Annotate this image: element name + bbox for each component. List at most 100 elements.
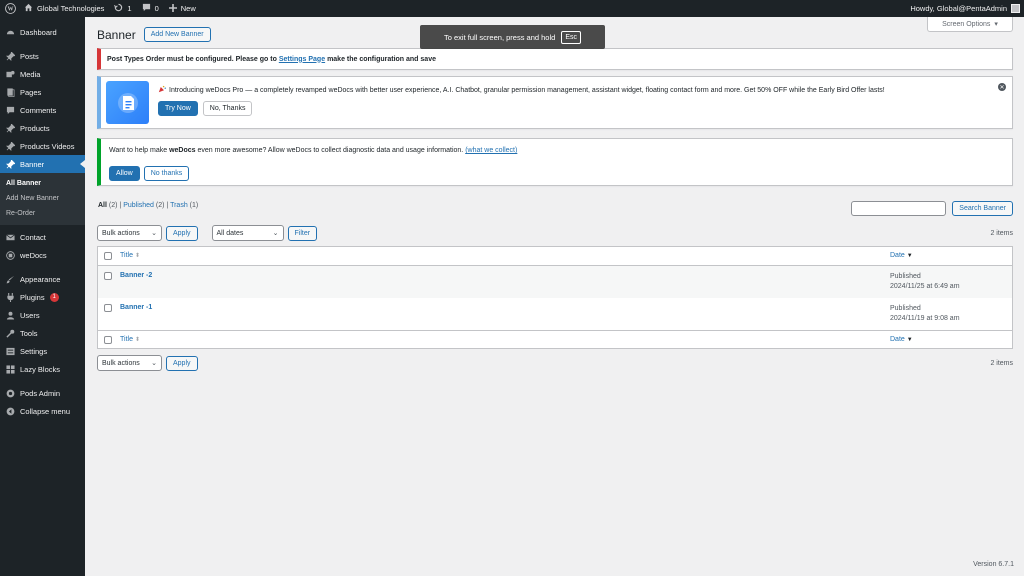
sidebar-item-wedocs[interactable]: weDocs [0, 246, 85, 264]
search-input[interactable] [851, 201, 947, 216]
my-account-link[interactable]: Howdy, Global@PentaAdmin [905, 0, 1024, 17]
pods-icon [6, 389, 15, 398]
allow-button[interactable]: Allow [109, 166, 140, 181]
updates-link[interactable]: 1 [109, 0, 136, 17]
sidebar-item-tools[interactable]: Tools [0, 324, 85, 342]
row-checkbox[interactable] [104, 304, 112, 312]
row-date: Published 2024/11/25 at 6:49 am [890, 272, 960, 292]
bulk-actions-select-bottom[interactable]: Bulk actions ⌄ [97, 355, 162, 371]
select-all-checkbox[interactable] [104, 336, 112, 344]
chevron-down-icon: ⌄ [151, 360, 157, 367]
row-checkbox[interactable] [104, 272, 112, 280]
howdy-text: Howdy, Global@PentaAdmin [910, 4, 1007, 13]
filter-separator: | [119, 202, 122, 209]
bulk-actions-select[interactable]: Bulk actions ⌄ [97, 225, 162, 241]
promo-message: Introducing weDocs Pro — a completely re… [158, 85, 885, 95]
sidebar-item-label: Appearance [20, 274, 61, 284]
tablenav-top: Bulk actions ⌄ Apply All dates ⌄ Filter … [97, 225, 1013, 241]
filter-all[interactable]: All [98, 202, 107, 209]
row-date: Published 2024/11/19 at 9:08 am [890, 304, 960, 324]
wp-version: Version 6.7.1 [973, 561, 1014, 568]
row-status: Published [890, 305, 921, 312]
row-title-link[interactable]: Banner -1 [120, 304, 152, 311]
mail-icon [6, 233, 15, 242]
pin-icon [6, 123, 15, 133]
new-content-link[interactable]: New [164, 0, 201, 17]
comments-link[interactable]: 0 [137, 0, 164, 17]
caret-down-icon: ▾ [994, 21, 998, 28]
select-all-checkbox[interactable] [104, 252, 112, 260]
sidebar-item-products-videos[interactable]: Products Videos [0, 137, 85, 155]
post-types-order-notice: Post Types Order must be configured. Ple… [97, 48, 1013, 70]
sidebar-item-users[interactable]: Users [0, 306, 85, 324]
date-column-label: Date [890, 336, 905, 343]
sidebar-item-appearance[interactable]: Appearance [0, 270, 85, 288]
new-label: New [180, 4, 196, 13]
sidebar-item-dashboard[interactable]: Dashboard [0, 23, 85, 41]
bulk-actions-value: Bulk actions [102, 359, 140, 367]
title-column-footer[interactable]: Title ⬍ [120, 336, 140, 343]
tablenav-bottom: Bulk actions ⌄ Apply 2 items [97, 355, 1013, 371]
settings-page-link[interactable]: Settings Page [279, 56, 325, 63]
sidebar-item-pods-admin[interactable]: Pods Admin [0, 384, 85, 402]
apply-button[interactable]: Apply [166, 225, 198, 241]
dashboard-icon [6, 28, 15, 37]
what-we-collect-link[interactable]: (what we collect) [465, 147, 517, 154]
filter-button[interactable]: Filter [287, 225, 318, 241]
try-now-button[interactable]: Try Now [158, 101, 198, 116]
filter-trash-count: (1) [189, 202, 199, 209]
submenu-all-banner[interactable]: All Banner [0, 176, 85, 191]
row-date-value: 2024/11/19 at 9:08 am [890, 315, 960, 322]
date-column-header[interactable]: Date ▼ [890, 252, 913, 259]
submenu-re-order[interactable]: Re-Order [0, 206, 85, 221]
sidebar-item-settings[interactable]: Settings [0, 342, 85, 360]
dates-select[interactable]: All dates ⌄ [211, 225, 284, 241]
wordpress-logo-icon[interactable]: W [1, 0, 19, 17]
screen-options-button[interactable]: Screen Options ▾ [927, 17, 1013, 32]
sidebar-item-label: Settings [20, 346, 48, 356]
sidebar-item-plugins[interactable]: Plugins 1 [0, 288, 85, 306]
date-column-label: Date [890, 252, 905, 259]
sidebar-item-label: Collapse menu [20, 406, 71, 416]
sidebar-item-label: Posts [20, 51, 39, 61]
row-status: Published [890, 273, 921, 280]
optin-no-thanks-button[interactable]: No thanks [143, 166, 190, 181]
sidebar-item-banner[interactable]: Banner [0, 155, 85, 173]
add-new-banner-button[interactable]: Add New Banner [143, 27, 211, 42]
sidebar-item-media[interactable]: Media [0, 65, 85, 83]
plugin-icon [6, 292, 15, 302]
site-name-link[interactable]: Global Technologies [19, 0, 109, 17]
date-column-footer[interactable]: Date ▼ [890, 336, 913, 343]
filter-all-count: (2) [108, 202, 118, 209]
apply-button-bottom[interactable]: Apply [166, 355, 198, 371]
page-title: Banner [97, 27, 136, 42]
filter-trash[interactable]: Trash [170, 202, 188, 209]
docs-icon [6, 250, 15, 260]
sidebar-item-pages[interactable]: Pages [0, 83, 85, 101]
submenu-add-new-banner[interactable]: Add New Banner [0, 191, 85, 206]
comment-icon [6, 106, 15, 115]
filter-published[interactable]: Published [123, 202, 154, 209]
collapse-menu-button[interactable]: Collapse menu [0, 402, 85, 420]
filter-published-count: (2) [155, 202, 165, 209]
no-thanks-button[interactable]: No, Thanks [202, 101, 253, 116]
sidebar-item-posts[interactable]: Posts [0, 47, 85, 65]
dismiss-close-icon[interactable]: ✕ [998, 83, 1006, 91]
main-content: Screen Options ▾ Banner Add New Banner P… [85, 17, 1024, 576]
sidebar-item-products[interactable]: Products [0, 119, 85, 137]
status-filters: All (2) | Published (2) | Trash (1) [98, 202, 198, 209]
search-banner-button[interactable]: Search Banner [952, 201, 1013, 216]
page-icon [6, 87, 15, 97]
title-column-header[interactable]: Title ⬍ [120, 252, 140, 259]
sidebar-item-lazy-blocks[interactable]: Lazy Blocks [0, 360, 85, 378]
sidebar-item-comments[interactable]: Comments [0, 101, 85, 119]
sidebar-item-label: Comments [20, 105, 57, 115]
row-title-link[interactable]: Banner -2 [120, 272, 152, 279]
dates-value: All dates [216, 229, 244, 237]
sidebar-item-contact[interactable]: Contact [0, 228, 85, 246]
page-heading: Banner Add New Banner [97, 27, 211, 42]
home-icon [24, 3, 33, 14]
bulk-actions-value: Bulk actions [102, 229, 140, 237]
settings-icon [6, 347, 15, 356]
plus-icon [168, 3, 177, 14]
